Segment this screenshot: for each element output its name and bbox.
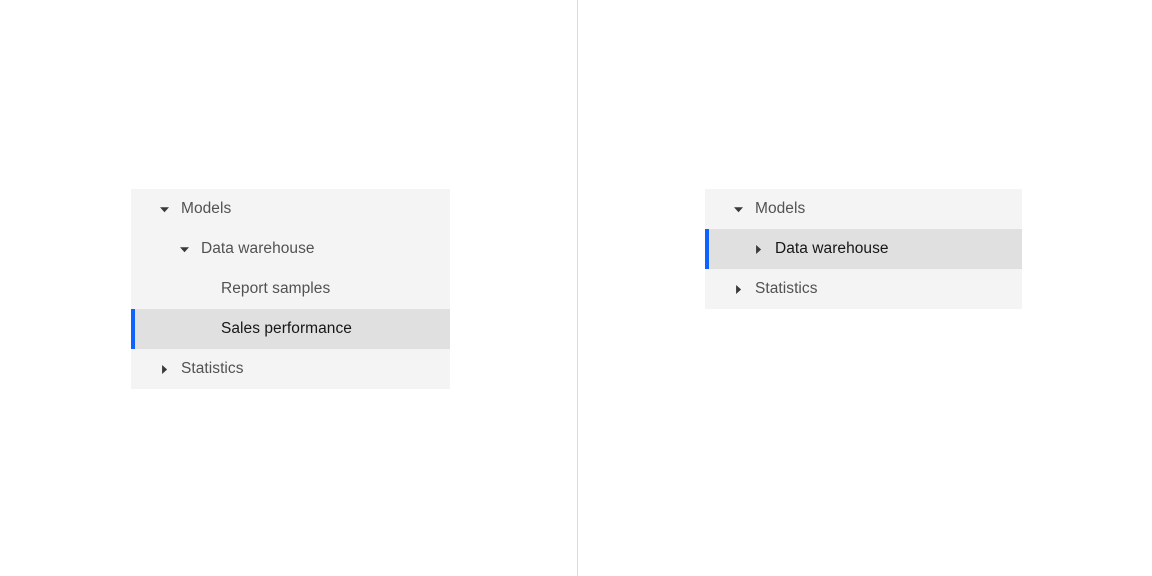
- tree-node[interactable]: Data warehouse: [131, 229, 450, 269]
- tree-node-label: Statistics: [755, 280, 818, 297]
- tree-node[interactable]: Sales performance: [131, 309, 450, 349]
- tree-view-collapsed: Models Data warehouse Statistics: [705, 189, 1022, 309]
- tree-node-content: Statistics: [705, 269, 1022, 309]
- tree-node[interactable]: Models: [705, 189, 1022, 229]
- panel-divider: [577, 0, 578, 576]
- tree-node-content: Models: [705, 189, 1022, 229]
- tree-node-content: Sales performance: [131, 309, 450, 349]
- tree-node[interactable]: Statistics: [705, 269, 1022, 309]
- caret-right-icon[interactable]: [156, 361, 172, 377]
- tree-node[interactable]: Data warehouse: [705, 229, 1022, 269]
- tree-node-content: Models: [131, 189, 450, 229]
- caret-down-icon[interactable]: [176, 241, 192, 257]
- tree-node-label: Sales performance: [221, 320, 352, 337]
- caret-right-icon[interactable]: [750, 241, 766, 257]
- tree-node-label: Data warehouse: [775, 240, 889, 257]
- caret-right-icon[interactable]: [730, 281, 746, 297]
- tree-node-content: Data warehouse: [131, 229, 450, 269]
- tree-node-label: Models: [755, 200, 806, 217]
- caret-down-icon[interactable]: [730, 201, 746, 217]
- tree-node[interactable]: Report samples: [131, 269, 450, 309]
- tree-node[interactable]: Statistics: [131, 349, 450, 389]
- tree-view-expanded: Models Data warehouse Report samples Sales …: [131, 189, 450, 389]
- caret-down-icon[interactable]: [156, 201, 172, 217]
- tree-node-content: Data warehouse: [705, 229, 1022, 269]
- tree-node-label: Report samples: [221, 280, 331, 297]
- tree-node-label: Models: [181, 200, 232, 217]
- tree-node-label: Data warehouse: [201, 240, 315, 257]
- tree-node-label: Statistics: [181, 360, 244, 377]
- tree-node[interactable]: Models: [131, 189, 450, 229]
- tree-node-content: Report samples: [131, 269, 450, 309]
- tree-node-content: Statistics: [131, 349, 450, 389]
